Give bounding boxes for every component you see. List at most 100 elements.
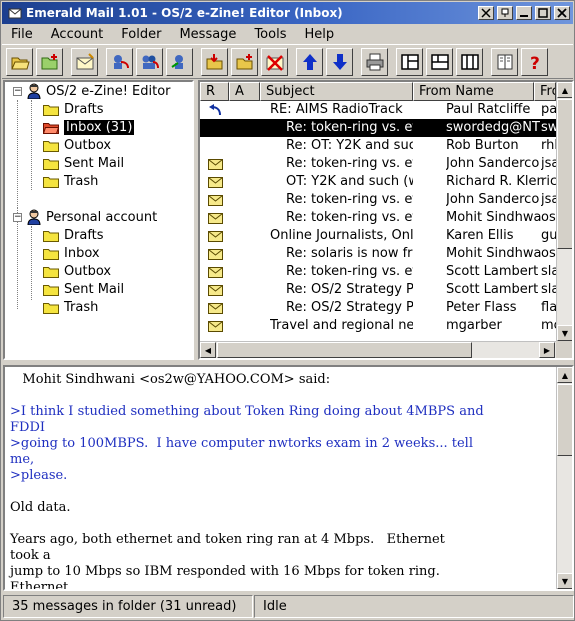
tree-folder-drafts[interactable]: Drafts xyxy=(43,100,104,118)
minimize-button[interactable] xyxy=(516,6,532,20)
table-row[interactable]: RE: AIMS RadioTrack Paul Ratcliffe pa xyxy=(200,101,556,119)
table-row[interactable]: Online Journalists, Online Karen Ellis gua xyxy=(200,227,556,245)
tree-folder-sent-2[interactable]: Sent Mail xyxy=(43,280,124,298)
menu-account[interactable]: Account xyxy=(42,27,113,42)
preview-vertical-scrollbar[interactable]: ▲ ▼ xyxy=(556,367,572,589)
layout-horizontal-button[interactable] xyxy=(426,47,453,76)
row-from-name: Karen Ellis xyxy=(446,228,514,243)
get-mail-button[interactable] xyxy=(201,47,228,76)
reply-icon xyxy=(113,54,129,69)
help-button[interactable]: ? xyxy=(521,47,548,76)
menu-tools[interactable]: Tools xyxy=(245,27,295,42)
delete-icon xyxy=(266,54,283,71)
row-subject: Re: solaris is now free xyxy=(286,246,413,261)
menu-file[interactable]: File xyxy=(2,27,42,42)
scroll-down-button[interactable]: ▼ xyxy=(557,325,572,341)
table-row[interactable]: OT: Y2K and such (was Richard R. Klemmeri… xyxy=(200,173,556,191)
row-from-address: os2 xyxy=(541,246,556,261)
open-folder-button[interactable] xyxy=(6,47,33,76)
forward-button[interactable] xyxy=(166,47,193,76)
list-horizontal-scrollbar[interactable]: ◀ ▶ xyxy=(200,341,556,358)
scroll-thumb[interactable] xyxy=(557,99,572,249)
row-from-name: John Sanderco xyxy=(446,156,540,171)
new-message-button[interactable] xyxy=(71,47,98,76)
unread-envelope-icon xyxy=(208,245,224,263)
collapse-toggle[interactable]: − xyxy=(13,213,22,222)
unread-envelope-icon xyxy=(208,317,224,335)
column-header-from[interactable]: Fro xyxy=(534,82,556,101)
tree-folder-outbox-2[interactable]: Outbox xyxy=(43,262,111,280)
preview-scroll-thumb[interactable] xyxy=(557,384,572,456)
table-row[interactable]: Re: solaris is now free Mohit Sindhwaos2 xyxy=(200,245,556,263)
list-vertical-scrollbar[interactable]: ▲ ▼ xyxy=(556,82,572,341)
menu-help[interactable]: Help xyxy=(295,27,343,42)
rollup-button[interactable] xyxy=(497,6,513,20)
quoted-line: FDDI xyxy=(10,420,46,435)
table-row[interactable]: Re: token-ring vs. ethe Scott Lambertsla xyxy=(200,263,556,281)
layout-split-button[interactable] xyxy=(396,47,423,76)
address-book-button[interactable] xyxy=(491,47,518,76)
message-list: R A Subject From Name Fro RE: AIMS Radio… xyxy=(198,80,574,360)
table-row[interactable]: Travel and regional new mgarber mc xyxy=(200,317,556,335)
collapse-toggle[interactable]: − xyxy=(13,87,22,96)
column-header-read[interactable]: R xyxy=(200,82,229,101)
tree-folder-trash[interactable]: Trash xyxy=(43,172,98,190)
row-subject: Re: token-ring vs. ethe xyxy=(286,156,413,171)
close-x-button[interactable] xyxy=(478,6,494,20)
tree-folder-drafts-2[interactable]: Drafts xyxy=(43,226,104,244)
next-button[interactable] xyxy=(326,47,353,76)
reply-button[interactable] xyxy=(106,47,133,76)
reply-all-button[interactable] xyxy=(136,47,163,76)
delete-button[interactable] xyxy=(261,47,288,76)
layout-horizontal-icon xyxy=(430,53,449,70)
maximize-button[interactable] xyxy=(535,6,551,20)
quoted-line: >I think I studied something about Token… xyxy=(10,404,484,419)
table-row[interactable]: Re: OS/2 Strategy Pe Peter Flass flas xyxy=(200,299,556,317)
scroll-up-button[interactable]: ▲ xyxy=(557,82,572,98)
tree-line xyxy=(31,100,32,190)
column-header-attach[interactable]: A xyxy=(229,82,260,101)
tree-folder-inbox-2[interactable]: Inbox xyxy=(43,244,100,262)
pin-icon xyxy=(501,8,509,17)
reply-all-icon xyxy=(142,55,159,69)
preview-scroll-down-button[interactable]: ▼ xyxy=(557,573,572,589)
table-row[interactable]: Re: token-ring vs. ethe swordedg@NTsw xyxy=(200,119,556,137)
row-subject: Re: OT: Y2K and such xyxy=(286,138,413,153)
list-header: R A Subject From Name Fro xyxy=(200,82,556,101)
menu-folder[interactable]: Folder xyxy=(112,27,170,42)
table-row[interactable]: Re: OT: Y2K and such Rob Burton rhb xyxy=(200,137,556,155)
folder-icon xyxy=(43,265,59,278)
folder-label: Drafts xyxy=(64,101,104,117)
tree-account-1[interactable]: OS/2 e-Zine! Editor xyxy=(27,82,171,100)
scroll-left-button[interactable]: ◀ xyxy=(200,342,216,358)
previous-button[interactable] xyxy=(296,47,323,76)
status-message-count: 35 messages in folder (31 unread) xyxy=(3,595,253,618)
preview-scroll-up-button[interactable]: ▲ xyxy=(557,367,572,383)
column-header-from-name[interactable]: From Name xyxy=(413,82,534,101)
tree-folder-outbox[interactable]: Outbox xyxy=(43,136,111,154)
new-folder-button[interactable] xyxy=(36,47,63,76)
send-mail-button[interactable] xyxy=(231,47,258,76)
close-button[interactable] xyxy=(554,6,570,20)
layout-vertical-button[interactable] xyxy=(456,47,483,76)
print-button[interactable] xyxy=(361,47,388,76)
table-row[interactable]: Re: OS/2 Strategy Pe Scott Lambertsla xyxy=(200,281,556,299)
account-name: Personal account xyxy=(46,209,158,225)
h-scroll-thumb[interactable] xyxy=(217,342,472,358)
message-body[interactable]: Mohit Sindhwani <os2w@YAHOO.COM> said: >I… xyxy=(10,372,556,589)
menu-message[interactable]: Message xyxy=(170,27,245,42)
row-from-name: Mohit Sindhwa xyxy=(446,210,542,225)
tree-account-2[interactable]: Personal account xyxy=(27,208,157,226)
scroll-right-button[interactable]: ▶ xyxy=(539,342,555,358)
tree-folder-trash-2[interactable]: Trash xyxy=(43,298,98,316)
folder-label: Outbox xyxy=(64,137,112,153)
table-row[interactable]: Re: token-ring vs. ethe Mohit Sindhwaos2 xyxy=(200,209,556,227)
title-bar[interactable]: Emerald Mail 1.01 - OS/2 e-Zine! Editor … xyxy=(2,2,573,24)
table-row[interactable]: Re: token-ring vs. ethe John Sandercojsa xyxy=(200,191,556,209)
table-row[interactable]: Re: token-ring vs. ethe John Sandercojsa xyxy=(200,155,556,173)
body-line xyxy=(10,388,556,404)
tree-folder-sent[interactable]: Sent Mail xyxy=(43,154,124,172)
maximize-icon xyxy=(538,8,548,18)
tree-folder-inbox[interactable]: Inbox (31) xyxy=(42,118,135,136)
column-header-subject[interactable]: Subject xyxy=(260,82,413,101)
